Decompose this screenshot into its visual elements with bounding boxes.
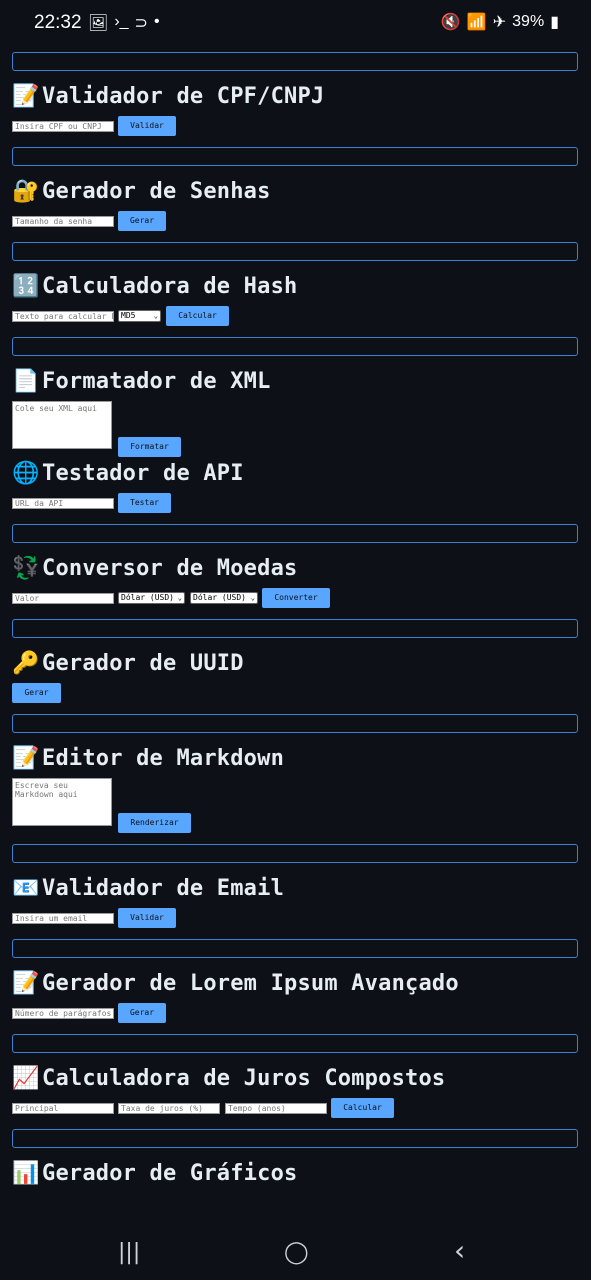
cpf-input[interactable]: Insira CPF ou CNPJ [12, 121, 114, 132]
format-xml-button[interactable]: Formatar [118, 437, 181, 457]
validate-email-button[interactable]: Validar [118, 908, 176, 928]
section-divider [12, 52, 578, 71]
compound-interest-title: 📈 Calculadora de Juros Compostos [12, 1066, 446, 1091]
battery-percentage: 39% [512, 13, 545, 30]
markdown-editor-title: 📝 Editor de Markdown [12, 746, 285, 771]
convert-currency-button[interactable]: Converter [262, 588, 330, 608]
mute-icon: 🔇 [440, 14, 461, 31]
dot-icon: • [153, 13, 160, 30]
render-markdown-button[interactable]: Renderizar [118, 813, 191, 833]
memo-icon: 📝 [12, 971, 40, 996]
image-icon: 🖼 [88, 15, 109, 32]
memo-icon: 📝 [12, 746, 40, 771]
chevron-down-icon: ⌄ [153, 312, 158, 320]
markdown-textarea[interactable]: Escreva seu Markdown aqui [12, 778, 112, 826]
email-input[interactable]: Insira um email [12, 913, 114, 924]
numbers-icon: 🔢 [12, 274, 40, 299]
time-years-input[interactable]: Tempo (anos) [225, 1103, 327, 1114]
hook-icon: ⊃ [134, 15, 148, 32]
battery-icon: ▮ [550, 14, 559, 31]
bar-chart-icon: 📊 [12, 1161, 40, 1186]
lock-key-icon: 🔐 [12, 179, 40, 204]
tools-page: 📝 Validador de CPF/CNPJ Insira CPF ou CNP… [0, 46, 591, 1230]
chart-up-icon: 📈 [12, 1066, 40, 1091]
hash-algorithm-select[interactable]: MD5 ⌄ [118, 310, 161, 322]
api-url-input[interactable]: URL da API [12, 498, 114, 509]
back-button[interactable]: ‹ [454, 1234, 465, 1267]
document-icon: 📄 [12, 369, 40, 394]
currency-to-select[interactable]: Dólar (USD) ⌄ [190, 592, 258, 604]
section-divider [12, 844, 578, 863]
section-divider [12, 619, 578, 638]
api-tester-title: 🌐 Testador de API [12, 461, 244, 486]
terminal-icon: ›_ [114, 13, 129, 30]
principal-input[interactable]: Principal [12, 1103, 114, 1114]
status-time: 22:32 [34, 12, 82, 33]
section-divider [12, 147, 578, 166]
section-divider [12, 1034, 578, 1053]
section-divider [12, 1129, 578, 1148]
chevron-down-icon: ⌄ [177, 594, 182, 602]
email-icon: 📧 [12, 876, 40, 901]
interest-rate-input[interactable]: Taxa de juros (%) [118, 1103, 220, 1114]
lorem-ipsum-title: 📝 Gerador de Lorem Ipsum Avançado [12, 971, 459, 996]
section-divider [12, 337, 578, 356]
uuid-generator-title: 🔑 Gerador de UUID [12, 651, 244, 676]
validate-cpf-button[interactable]: Validar [118, 116, 176, 136]
chart-generator-title: 📊 Gerador de Gráficos [12, 1161, 298, 1186]
currency-converter-title: 💱 Conversor de Moedas [12, 556, 298, 581]
wifi-icon: 📶 [466, 14, 487, 31]
currency-amount-input[interactable]: Valor [12, 593, 114, 604]
navigation-bar: ||| ◯ ‹ [0, 1230, 591, 1280]
generate-password-button[interactable]: Gerar [118, 211, 166, 231]
generate-uuid-button[interactable]: Gerar [12, 683, 61, 703]
calculate-hash-button[interactable]: Calcular [166, 306, 229, 326]
airplane-icon: ✈ [492, 14, 507, 31]
section-divider [12, 242, 578, 261]
hash-calculator-title: 🔢 Calculadora de Hash [12, 274, 298, 299]
xml-formatter-title: 📄 Formatador de XML [12, 369, 271, 394]
xml-textarea[interactable]: Cole seu XML aqui [12, 401, 112, 449]
recents-button[interactable]: ||| [118, 1240, 140, 1265]
currency-from-select[interactable]: Dólar (USD) ⌄ [118, 592, 185, 604]
calculate-interest-button[interactable]: Calcular [331, 1098, 394, 1118]
hash-text-input[interactable]: Texto para calcular hash [12, 311, 114, 322]
section-divider [12, 714, 578, 733]
chevron-down-icon: ⌄ [250, 594, 255, 602]
generate-lorem-button[interactable]: Gerar [118, 1003, 166, 1023]
password-generator-title: 🔐 Gerador de Senhas [12, 179, 271, 204]
key-icon: 🔑 [12, 651, 40, 676]
cpf-validator-title: 📝 Validador de CPF/CNPJ [12, 84, 325, 109]
section-divider [12, 524, 578, 543]
email-validator-title: 📧 Validador de Email [12, 876, 285, 901]
memo-icon: 📝 [12, 84, 40, 109]
password-length-input[interactable]: Tamanho da senha [12, 216, 114, 227]
paragraph-count-input[interactable]: Número de parágrafos [12, 1008, 114, 1019]
status-bar: 22:32 🖼 ›_ ⊃ • 🔇 📶 ✈ 39% ▮ [0, 0, 591, 46]
section-divider [12, 939, 578, 958]
globe-icon: 🌐 [12, 461, 40, 486]
test-api-button[interactable]: Testar [118, 493, 171, 513]
currency-exchange-icon: 💱 [12, 556, 40, 581]
home-button[interactable]: ◯ [284, 1240, 309, 1265]
